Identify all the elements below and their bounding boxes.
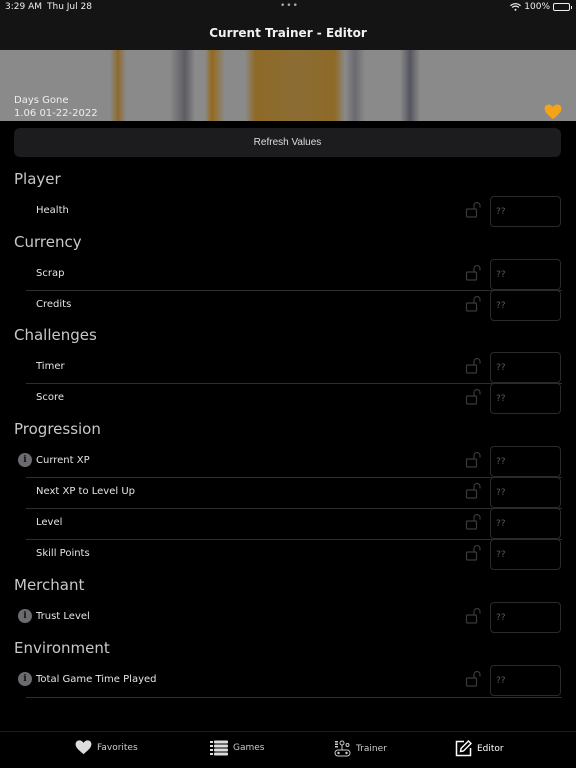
info-icon[interactable]: i	[18, 453, 32, 467]
section-header-challenges: Challenges	[14, 326, 97, 344]
row-label: Timer	[36, 361, 65, 372]
refresh-values-button[interactable]: Refresh Values	[14, 128, 561, 157]
row-label: Credits	[36, 299, 72, 310]
row-label: Score	[36, 392, 65, 403]
row-label: Level	[36, 517, 63, 528]
section-header-currency: Currency	[14, 233, 82, 251]
unlock-icon[interactable]	[465, 544, 483, 562]
battery-icon	[553, 3, 572, 11]
section-header-environment: Environment	[14, 639, 110, 657]
info-icon[interactable]: i	[18, 609, 32, 623]
page-title: Current Trainer - Editor	[209, 26, 367, 40]
row-label: Trust Level	[36, 611, 90, 622]
value-input[interactable]	[490, 196, 561, 227]
tab-games-label: Games	[233, 743, 265, 753]
value-input[interactable]	[490, 539, 561, 570]
editor-row: i Total Game Time Played	[14, 665, 562, 696]
section-header-player: Player	[14, 170, 61, 188]
unlock-icon[interactable]	[465, 607, 483, 625]
editor-row: Credits	[14, 290, 562, 321]
row-label: Scrap	[36, 268, 65, 279]
tab-editor-label: Editor	[477, 743, 504, 754]
battery-percent: 100%	[524, 2, 550, 12]
editor-row: Timer	[14, 352, 562, 383]
unlock-icon[interactable]	[465, 295, 483, 313]
unlock-icon[interactable]	[465, 264, 483, 282]
tab-games[interactable]: Games	[210, 740, 264, 756]
section-header-progression: Progression	[14, 420, 101, 438]
tab-editor[interactable]: Editor	[455, 740, 504, 757]
status-date: Thu Jul 28	[47, 2, 92, 12]
game-version: 1.06 01-22-2022	[14, 108, 98, 119]
status-time: 3:29 AM	[5, 2, 42, 12]
row-divider	[26, 697, 562, 698]
value-input[interactable]	[490, 665, 561, 696]
heart-icon	[75, 740, 92, 755]
row-label: Total Game Time Played	[36, 674, 157, 685]
status-bar: 3:29 AM Thu Jul 28 ••• 100%	[0, 0, 576, 16]
value-input[interactable]	[490, 477, 561, 508]
editor-row: i Trust Level	[14, 602, 562, 633]
unlock-icon[interactable]	[465, 357, 483, 375]
list-icon	[210, 740, 228, 756]
section-header-merchant: Merchant	[14, 576, 85, 594]
value-input[interactable]	[490, 352, 561, 383]
game-name: Days Gone	[14, 95, 69, 106]
value-input[interactable]	[490, 290, 561, 321]
value-input[interactable]	[490, 602, 561, 633]
unlock-icon[interactable]	[465, 388, 483, 406]
navigation-bar: Current Trainer - Editor	[0, 16, 576, 50]
editor-row: Score	[14, 383, 562, 414]
row-label: Skill Points	[36, 548, 90, 559]
heart-filled-icon[interactable]	[544, 104, 562, 120]
edit-icon	[455, 740, 472, 757]
multitasking-dots[interactable]: •••	[280, 1, 299, 11]
unlock-icon[interactable]	[465, 201, 483, 219]
wifi-icon	[510, 3, 522, 11]
row-label: Health	[36, 205, 69, 216]
value-input[interactable]	[490, 508, 561, 539]
value-input[interactable]	[490, 446, 561, 477]
tab-trainer-label: Trainer	[356, 743, 387, 754]
tab-favorites-label: Favorites	[97, 742, 138, 753]
editor-row: Health	[14, 196, 562, 227]
info-icon[interactable]: i	[18, 672, 32, 686]
editor-row: Level	[14, 508, 562, 539]
unlock-icon[interactable]	[465, 482, 483, 500]
row-label: Next XP to Level Up	[36, 486, 135, 497]
editor-row: i Current XP	[14, 446, 562, 477]
editor-row: Next XP to Level Up	[14, 477, 562, 508]
unlock-icon[interactable]	[465, 670, 483, 688]
unlock-icon[interactable]	[465, 513, 483, 531]
value-input[interactable]	[490, 383, 561, 414]
gamepad-icon	[334, 740, 351, 757]
tab-trainer[interactable]: Trainer	[334, 740, 387, 757]
tab-bar: Favorites Games Trainer Editor	[0, 731, 576, 768]
editor-row: Skill Points	[14, 539, 562, 570]
status-right: 100%	[510, 2, 572, 12]
editor-row: Scrap	[14, 259, 562, 290]
value-input[interactable]	[490, 259, 561, 290]
tab-favorites[interactable]: Favorites	[75, 740, 138, 755]
unlock-icon[interactable]	[465, 451, 483, 469]
row-label: Current XP	[36, 455, 90, 466]
game-banner: Days Gone 1.06 01-22-2022	[0, 50, 576, 121]
